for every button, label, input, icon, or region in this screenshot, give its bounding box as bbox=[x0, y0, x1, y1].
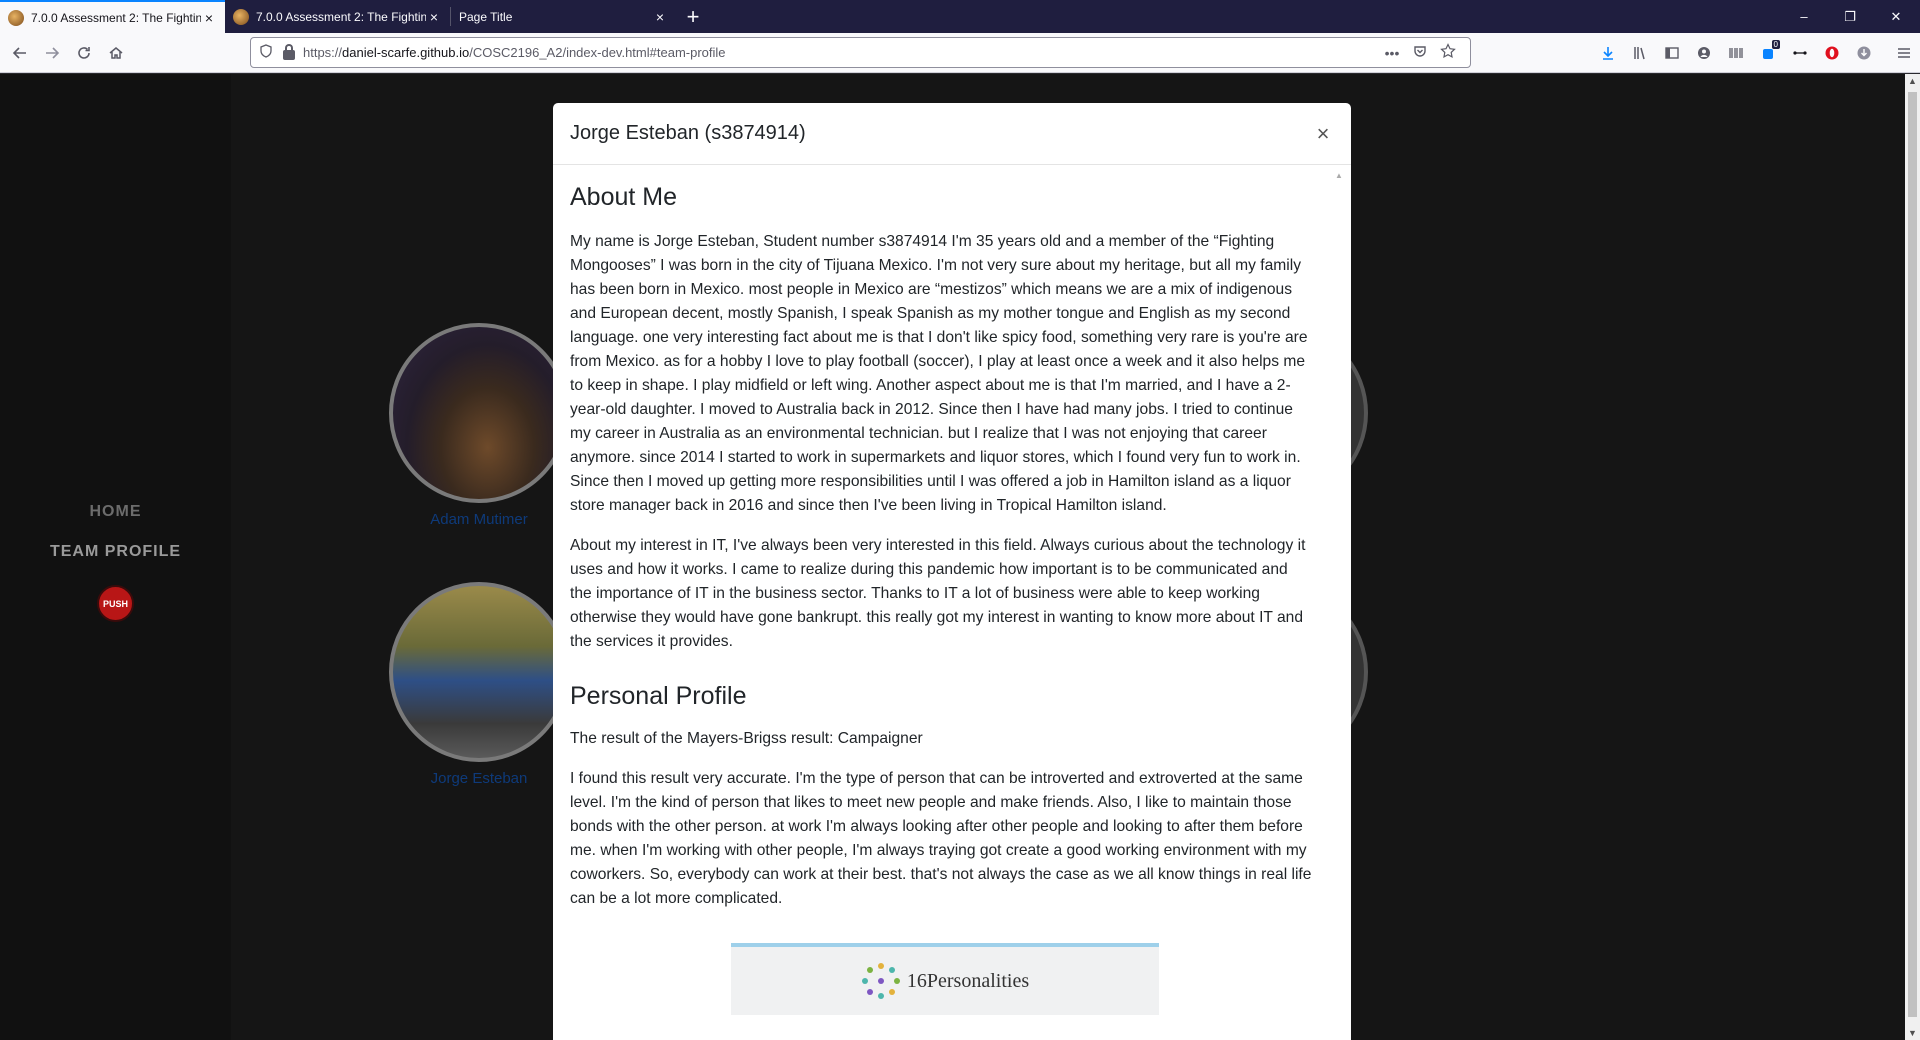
close-icon[interactable]: × bbox=[426, 9, 442, 25]
close-icon[interactable]: × bbox=[201, 10, 217, 26]
extension-badge-icon[interactable]: 0 bbox=[1752, 37, 1784, 69]
home-icon[interactable] bbox=[100, 37, 132, 69]
nav-team-profile-link[interactable]: TEAM PROFILE bbox=[0, 543, 231, 561]
modal-header: Jorge Esteban (s3874914) × bbox=[553, 103, 1351, 165]
browser-tab-3[interactable]: Page Title × bbox=[451, 0, 676, 33]
url-domain: daniel-scarfe.github.io bbox=[342, 45, 470, 60]
push-button[interactable]: PUSH bbox=[97, 585, 134, 622]
browser-tab-2[interactable]: 7.0.0 Assessment 2: The Fightin × bbox=[225, 0, 450, 33]
close-icon[interactable]: × bbox=[652, 9, 668, 25]
opera-icon[interactable] bbox=[1816, 37, 1848, 69]
mbti-result-text: The result of the Mayers-Brigss result: … bbox=[570, 730, 923, 747]
scroll-up-arrow-icon[interactable]: ▲ bbox=[1333, 171, 1345, 180]
member-avatar[interactable] bbox=[389, 582, 569, 762]
16personalities-banner: 16Personalities bbox=[731, 943, 1159, 1015]
team-member-card[interactable]: Adam Mutimer bbox=[389, 323, 569, 528]
about-me-paragraph-1: My name is Jorge Esteban, Student number… bbox=[570, 233, 1308, 514]
lock-icon[interactable] bbox=[283, 43, 295, 60]
bookmark-star-icon[interactable] bbox=[1434, 43, 1462, 62]
forward-arrow-icon[interactable] bbox=[36, 37, 68, 69]
download-helper-icon[interactable] bbox=[1848, 37, 1880, 69]
navigation-toolbar: https://daniel-scarfe.github.io/COSC2196… bbox=[0, 33, 1920, 73]
reload-icon[interactable] bbox=[68, 37, 100, 69]
link-extension-icon[interactable] bbox=[1784, 37, 1816, 69]
member-name[interactable]: Jorge Esteban bbox=[389, 770, 569, 787]
new-tab-button[interactable]: + bbox=[676, 0, 710, 33]
team-member-card[interactable]: Jorge Esteban bbox=[389, 582, 569, 787]
window-close-icon[interactable]: ✕ bbox=[1873, 0, 1919, 33]
minimize-icon[interactable]: – bbox=[1781, 0, 1827, 33]
hamburger-menu-icon[interactable] bbox=[1888, 37, 1920, 69]
personal-profile-heading: Personal Profile bbox=[570, 682, 747, 710]
16personalities-logo-text: 16Personalities bbox=[906, 969, 1030, 992]
personal-profile-paragraph: I found this result very accurate. I'm t… bbox=[570, 770, 1312, 907]
restore-icon[interactable]: ❐ bbox=[1827, 0, 1873, 33]
tracking-shield-icon[interactable] bbox=[259, 44, 275, 61]
tab-strip: 7.0.0 Assessment 2: The Fightin × 7.0.0 … bbox=[0, 0, 1920, 33]
site-sidebar: HOME TEAM PROFILE PUSH bbox=[0, 74, 231, 1040]
account-icon[interactable] bbox=[1688, 37, 1720, 69]
modal-body: About Me My name is Jorge Esteban, Stude… bbox=[553, 165, 1351, 1040]
site-favicon-icon bbox=[8, 9, 24, 26]
tab-title: 7.0.0 Assessment 2: The Fightin bbox=[31, 10, 201, 25]
sidebar-toggle-icon[interactable] bbox=[1656, 37, 1688, 69]
browser-tab-1[interactable]: 7.0.0 Assessment 2: The Fightin × bbox=[0, 0, 225, 33]
page-scrollbar[interactable]: ▲ ▼ bbox=[1905, 74, 1920, 1040]
scrollbar-thumb[interactable] bbox=[1908, 92, 1917, 1017]
back-arrow-icon[interactable] bbox=[4, 37, 36, 69]
page-actions-icon[interactable]: ••• bbox=[1378, 45, 1406, 61]
modal-scrollbar[interactable]: ▲ bbox=[1333, 171, 1345, 1031]
close-icon[interactable]: × bbox=[1312, 121, 1334, 147]
url-prefix: https:// bbox=[303, 45, 343, 60]
downloads-icon[interactable] bbox=[1592, 37, 1624, 69]
pocket-icon[interactable] bbox=[1406, 44, 1434, 61]
about-me-paragraph-2: About my interest in IT, I've always bee… bbox=[570, 537, 1306, 650]
member-name[interactable]: Adam Mutimer bbox=[389, 511, 569, 528]
member-avatar[interactable] bbox=[389, 323, 569, 503]
modal-title: Jorge Esteban (s3874914) bbox=[570, 122, 806, 144]
profile-modal: Jorge Esteban (s3874914) × About Me My n… bbox=[553, 103, 1351, 1040]
tab-title: 7.0.0 Assessment 2: The Fightin bbox=[256, 9, 426, 24]
scroll-down-arrow-icon[interactable]: ▼ bbox=[1905, 1028, 1920, 1038]
extension-badge-count: 0 bbox=[1771, 40, 1780, 49]
toolbar-icons: 0 bbox=[1592, 33, 1920, 73]
site-favicon-icon bbox=[233, 8, 249, 25]
url-text[interactable]: https://daniel-scarfe.github.io/COSC2196… bbox=[303, 45, 1378, 60]
nav-home-link[interactable]: HOME bbox=[0, 503, 231, 521]
scroll-up-arrow-icon[interactable]: ▲ bbox=[1905, 76, 1920, 86]
address-bar[interactable]: https://daniel-scarfe.github.io/COSC2196… bbox=[250, 37, 1471, 68]
library-icon[interactable] bbox=[1624, 37, 1656, 69]
16personalities-logo-icon bbox=[861, 961, 901, 1001]
url-path: /COSC2196_A2/index-dev.html#team-profile bbox=[469, 45, 726, 60]
barcode-extension-icon[interactable] bbox=[1720, 37, 1752, 69]
tab-title: Page Title bbox=[459, 9, 513, 24]
about-me-heading: About Me bbox=[570, 183, 678, 211]
